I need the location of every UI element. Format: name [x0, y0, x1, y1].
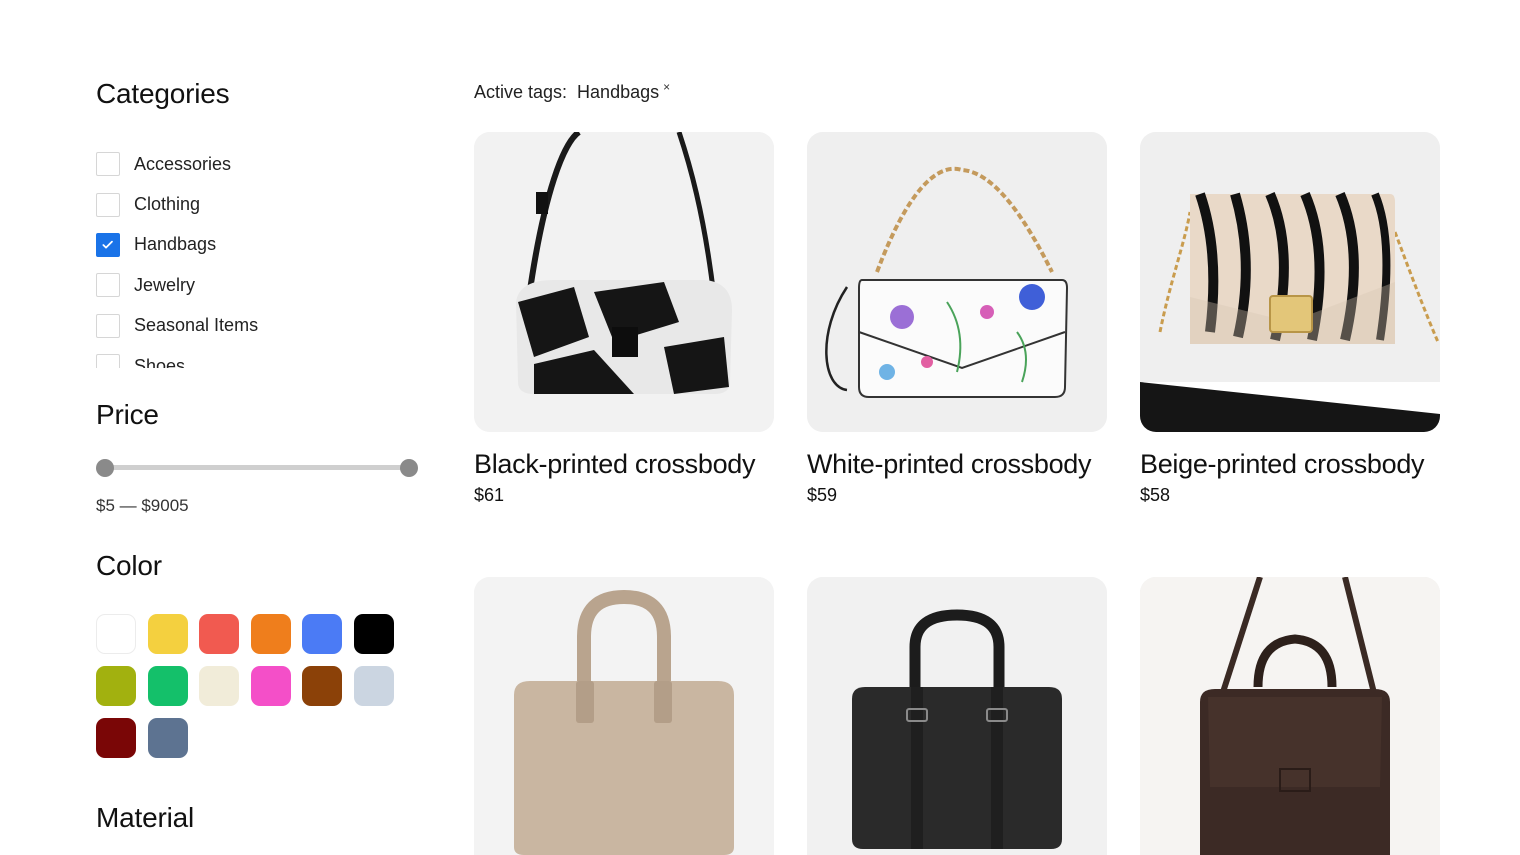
category-checkbox[interactable]	[96, 192, 120, 217]
category-item-clothing[interactable]: Clothing	[96, 184, 426, 224]
product-image[interactable]	[807, 132, 1107, 432]
product-image[interactable]	[807, 577, 1107, 855]
category-item-jewelry[interactable]: Jewelry	[96, 265, 426, 305]
product-card[interactable]: Beige-printed crossbody $58	[1140, 132, 1440, 506]
categories-heading: Categories	[96, 78, 230, 109]
category-item-shoes[interactable]: Shoes	[96, 346, 426, 368]
category-checkbox[interactable]	[96, 152, 120, 177]
white-floral-bag-image	[807, 132, 1107, 432]
category-item-handbags[interactable]: Handbags	[96, 225, 426, 265]
color-swatches	[96, 614, 406, 758]
product-card[interactable]: White-printed crossbody $59	[807, 132, 1107, 506]
category-checkbox[interactable]	[96, 273, 120, 298]
color-swatch[interactable]	[353, 614, 394, 654]
product-image[interactable]	[1140, 577, 1440, 855]
price-slider[interactable]	[96, 458, 418, 478]
color-swatch[interactable]	[96, 718, 136, 758]
category-item-seasonal-items[interactable]: Seasonal Items	[96, 306, 426, 346]
color-swatch[interactable]	[199, 666, 240, 706]
product-card[interactable]: Black-printed crossbody $61	[474, 132, 774, 506]
material-heading: Material	[96, 802, 194, 833]
product-image[interactable]	[474, 132, 774, 432]
category-label: Clothing	[134, 194, 201, 215]
brown-shoulder-bag-image	[1140, 577, 1440, 855]
category-label: Jewelry	[134, 274, 196, 295]
color-swatch[interactable]	[96, 614, 136, 654]
price-slider-min-handle[interactable]	[96, 459, 114, 477]
product-title[interactable]: White-printed crossbody	[807, 446, 1107, 483]
active-tag-label: Handbags	[577, 82, 660, 102]
product-title[interactable]: Beige-printed crossbody	[1140, 446, 1440, 483]
color-swatch[interactable]	[96, 666, 136, 706]
active-tags-bar: Active tags: Handbags ×	[474, 80, 670, 103]
product-card[interactable]	[807, 577, 1107, 855]
color-heading: Color	[96, 550, 162, 581]
color-swatch[interactable]	[199, 614, 240, 654]
category-label: Handbags	[134, 234, 217, 255]
product-card[interactable]	[474, 577, 774, 855]
beige-tote-bag-image	[474, 577, 774, 855]
remove-tag-icon[interactable]: ×	[663, 80, 670, 94]
active-tag-handbags[interactable]: Handbags ×	[577, 80, 670, 103]
color-swatch[interactable]	[250, 614, 291, 654]
category-checkbox[interactable]	[96, 232, 120, 257]
color-swatch[interactable]	[147, 666, 188, 706]
filters-sidebar: Categories Accessories Clothing Handbags…	[96, 0, 426, 855]
product-price: $58	[1140, 485, 1171, 505]
active-tags-label: Active tags:	[474, 82, 568, 102]
category-label: Accessories	[134, 153, 232, 174]
color-swatch[interactable]	[353, 666, 394, 706]
color-swatch[interactable]	[302, 666, 343, 706]
category-item-accessories[interactable]: Accessories	[96, 144, 426, 184]
color-swatch[interactable]	[302, 614, 343, 654]
product-image[interactable]	[1140, 132, 1440, 432]
category-checkbox[interactable]	[96, 313, 120, 338]
category-list: Accessories Clothing Handbags Jewelry Se…	[96, 144, 426, 368]
price-heading: Price	[96, 399, 159, 430]
product-price: $59	[807, 485, 838, 505]
category-checkbox[interactable]	[96, 354, 120, 368]
category-label: Seasonal Items	[134, 315, 259, 336]
check-icon	[102, 240, 113, 249]
shop-page: Categories Accessories Clothing Handbags…	[0, 0, 1520, 855]
price-range-text: $5 — $9005	[96, 496, 189, 515]
product-price: $61	[474, 485, 505, 505]
category-label: Shoes	[134, 355, 186, 368]
black-briefcase-image	[807, 577, 1107, 855]
black-printed-bag-image	[474, 132, 774, 432]
price-slider-max-handle[interactable]	[400, 459, 418, 477]
product-card[interactable]	[1140, 577, 1440, 855]
product-image[interactable]	[474, 577, 774, 855]
color-swatch[interactable]	[147, 718, 188, 758]
product-title[interactable]: Black-printed crossbody	[474, 446, 774, 483]
color-swatch[interactable]	[147, 614, 188, 654]
color-swatch[interactable]	[250, 666, 291, 706]
price-slider-track[interactable]	[105, 465, 409, 470]
zebra-print-bag-image	[1140, 132, 1440, 432]
